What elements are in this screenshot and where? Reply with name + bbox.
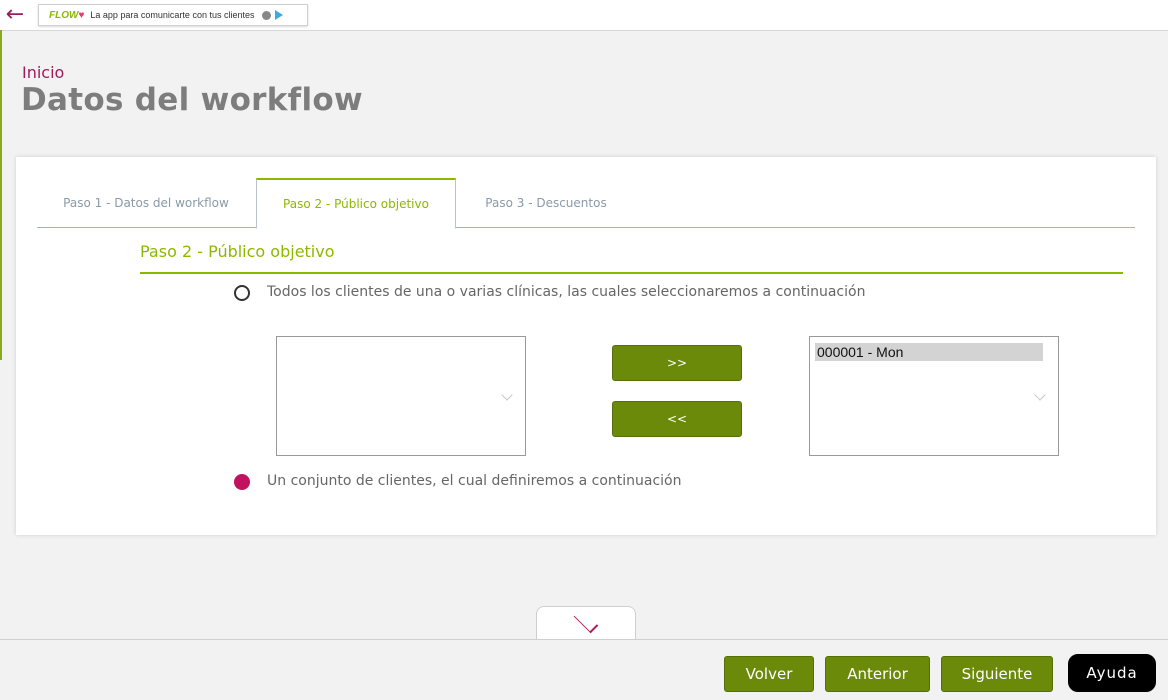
siguiente-button[interactable]: Siguiente (941, 656, 1053, 692)
banner-text: La app para comunicarte con tus clientes (90, 10, 255, 20)
list-item[interactable]: 000001 - Mon (815, 343, 1043, 361)
store-icons (262, 10, 284, 20)
banner-logo: FLOW (49, 9, 79, 21)
chevron-down-icon (1034, 389, 1046, 401)
section-divider (140, 272, 1123, 274)
radio-all-clients-label: Todos los clientes de una o varias clíni… (267, 284, 866, 300)
app-promo-banner[interactable]: FLOW ♥ La app para comunicarte con tus c… (38, 4, 308, 26)
google-play-icon (275, 10, 284, 20)
radio-client-set-label: Un conjunto de clientes, el cual definir… (267, 473, 682, 489)
radio-all-clients[interactable] (234, 285, 250, 301)
ayuda-button[interactable]: Ayuda (1068, 654, 1156, 692)
tab-paso-2[interactable]: Paso 2 - Público objetivo (256, 178, 456, 229)
tab-paso-1[interactable]: Paso 1 - Datos del workflow (37, 178, 255, 228)
anterior-button[interactable]: Anterior (825, 656, 930, 692)
top-bar: ← FLOW ♥ La app para comunicarte con tus… (0, 0, 1168, 31)
section-title: Paso 2 - Público objetivo (140, 242, 335, 261)
remove-selection-button[interactable]: << (612, 401, 742, 437)
left-accent-bar (0, 30, 2, 360)
breadcrumb[interactable]: Inicio (22, 63, 64, 82)
tab-paso-3[interactable]: Paso 3 - Descuentos (456, 178, 636, 228)
expand-drawer-tab[interactable] (536, 606, 636, 640)
add-selection-button[interactable]: >> (612, 345, 742, 381)
heart-icon: ♥ (78, 9, 85, 21)
selected-clinics-list[interactable]: 000001 - Mon (809, 336, 1059, 456)
workflow-card: Paso 1 - Datos del workflow Paso 2 - Púb… (16, 157, 1156, 535)
radio-client-set[interactable] (234, 474, 250, 490)
page-title: Datos del workflow (21, 82, 363, 118)
chevron-down-icon (501, 389, 513, 401)
chevron-down-icon (573, 608, 599, 634)
available-clinics-list[interactable] (276, 336, 526, 456)
volver-button[interactable]: Volver (724, 656, 814, 692)
back-arrow-icon[interactable]: ← (0, 0, 30, 30)
apple-icon (262, 10, 272, 20)
